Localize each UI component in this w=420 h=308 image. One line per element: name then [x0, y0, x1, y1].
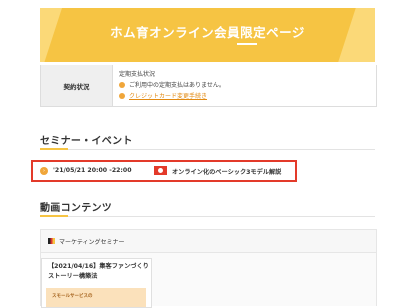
contract-status-label: 契約状況: [41, 65, 113, 106]
credit-card-row: クレジットカード変更手続き: [119, 91, 225, 102]
payment-status-row: ご利用中の定期支払はありません。: [119, 80, 225, 91]
payment-status-heading: 定期支払状況: [119, 71, 156, 78]
video-category-label: マーケティングセミナー: [59, 239, 125, 246]
video-section-title: 動画コンテンツ: [40, 203, 113, 214]
banner-title: ホム育オンライン会員限定ページ: [110, 25, 305, 40]
chevron-right-icon: ›: [40, 167, 48, 175]
japan-flag-icon: [154, 166, 167, 175]
seminar-datetime: '21/05/21 20:00 -22:00: [53, 167, 132, 174]
category-flag-icon: [48, 238, 55, 244]
video-card-title[interactable]: 【2021/04/16】集客ファンづくり ストーリー構築法: [48, 262, 149, 282]
video-card-thumbnail[interactable]: スモールサービスの: [46, 288, 146, 307]
video-card[interactable]: 【2021/04/16】集客ファンづくり ストーリー構築法 スモールサービスの: [41, 258, 152, 308]
bullet-icon: [119, 92, 125, 99]
seminar-section-divider: [40, 149, 375, 150]
video-category-header[interactable]: マーケティングセミナー: [41, 230, 376, 253]
credit-card-change-link[interactable]: クレジットカード変更手続き: [129, 93, 207, 100]
member-banner: ホム育オンライン会員限定ページ: [40, 8, 375, 62]
seminar-title[interactable]: オンライン化のベーシック3モデル解説: [172, 167, 281, 176]
seminar-section-accent: [40, 148, 68, 150]
payment-status-message: ご利用中の定期支払はありません。: [129, 82, 225, 89]
seminar-section-title: セミナー・イベント: [40, 136, 133, 147]
video-section-divider: [40, 216, 375, 217]
bullet-icon: [119, 81, 125, 88]
video-card-title-line1: 【2021/04/16】集客ファンづくり: [48, 263, 149, 270]
video-section-accent: [40, 215, 68, 217]
contract-status-content: 定期支払状況 ご利用中の定期支払はありません。 クレジットカード変更手続き: [119, 69, 225, 102]
video-category-box: マーケティングセミナー 【2021/04/16】集客ファンづくり ストーリー構築…: [40, 229, 377, 308]
video-card-title-line2: ストーリー構築法: [48, 273, 98, 280]
banner-underline: [237, 43, 257, 45]
contract-status-table: 契約状況 定期支払状況 ご利用中の定期支払はありません。 クレジットカード変更手…: [40, 65, 377, 107]
video-card-thumbnail-text: スモールサービスの: [52, 294, 93, 299]
seminar-item[interactable]: › '21/05/21 20:00 -22:00 オンライン化のベーシック3モデ…: [31, 160, 297, 182]
